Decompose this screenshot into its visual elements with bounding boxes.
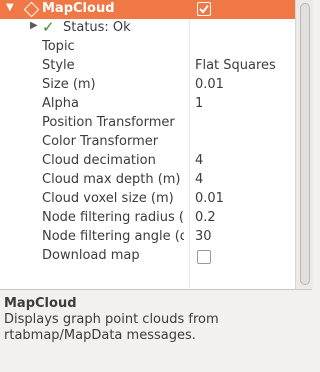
property-label: Size (m) <box>42 77 96 92</box>
property-label: Download map <box>42 248 140 263</box>
property-row-cloud-max-depth[interactable]: Cloud max depth (m) 4 <box>0 171 295 190</box>
status-ok-icon: ✓ <box>42 18 55 36</box>
property-value[interactable]: 0.01 <box>195 77 224 92</box>
expand-arrow-icon[interactable]: ▶ <box>30 20 38 31</box>
property-label: Color Transformer <box>42 134 159 149</box>
property-label: Alpha <box>42 96 79 111</box>
property-label: Style <box>42 58 75 73</box>
property-row-alpha[interactable]: Alpha 1 <box>0 95 295 114</box>
download-map-checkbox[interactable] <box>197 250 211 264</box>
property-value[interactable]: Flat Squares <box>195 58 276 73</box>
property-value[interactable]: 0.01 <box>195 191 224 206</box>
property-row-position-transformer[interactable]: Position Transformer <box>0 114 295 133</box>
property-row-cloud-voxel-size[interactable]: Cloud voxel size (m) 0.01 <box>0 190 295 209</box>
display-name: MapCloud <box>42 1 115 16</box>
property-row-cloud-decimation[interactable]: Cloud decimation 4 <box>0 152 295 171</box>
panel-divider <box>0 289 312 290</box>
property-label: Cloud max depth (m) <box>42 172 181 187</box>
property-row-download-map[interactable]: Download map <box>0 247 295 266</box>
property-value[interactable]: 1 <box>195 96 203 111</box>
property-label: Topic <box>42 39 75 54</box>
enabled-checkbox[interactable] <box>197 2 211 16</box>
description-panel: MapCloud Displays graph point clouds fro… <box>4 296 308 344</box>
displays-tree[interactable]: ▼ MapCloud ▶ ✓ Status: Ok Topic Style Fl… <box>0 0 295 289</box>
display-row-mapcloud[interactable]: ▼ MapCloud <box>0 0 295 19</box>
property-label: Node filtering angle (degrees) <box>42 229 184 244</box>
property-label: Node filtering radius (m) <box>42 210 184 225</box>
status-row[interactable]: ▶ ✓ Status: Ok <box>0 18 295 38</box>
property-row-node-filtering-radius[interactable]: Node filtering radius (m) 0.2 <box>0 209 295 228</box>
scrollbar-thumb[interactable] <box>300 3 310 285</box>
property-row-topic[interactable]: Topic <box>0 38 295 57</box>
property-label: Position Transformer <box>42 115 175 130</box>
description-title: MapCloud <box>4 296 77 311</box>
property-row-node-filtering-angle[interactable]: Node filtering angle (degrees) 30 <box>0 228 295 247</box>
description-text: Displays graph point clouds from rtabmap… <box>4 312 219 343</box>
property-value[interactable]: 0.2 <box>195 210 216 225</box>
property-value[interactable]: 4 <box>195 172 203 187</box>
property-row-style[interactable]: Style Flat Squares <box>0 57 295 76</box>
vertical-scrollbar[interactable] <box>295 0 313 289</box>
property-value[interactable]: 30 <box>195 229 212 244</box>
property-label: Cloud decimation <box>42 153 156 168</box>
collapse-arrow-icon[interactable]: ▼ <box>6 2 14 13</box>
display-diamond-icon <box>23 1 40 18</box>
column-divider <box>189 19 190 287</box>
property-value[interactable]: 4 <box>195 153 203 168</box>
property-row-size[interactable]: Size (m) 0.01 <box>0 76 295 95</box>
checkmark-icon <box>199 4 209 14</box>
property-row-color-transformer[interactable]: Color Transformer <box>0 133 295 152</box>
property-label: Cloud voxel size (m) <box>42 191 174 206</box>
status-label: Status: Ok <box>63 20 131 35</box>
